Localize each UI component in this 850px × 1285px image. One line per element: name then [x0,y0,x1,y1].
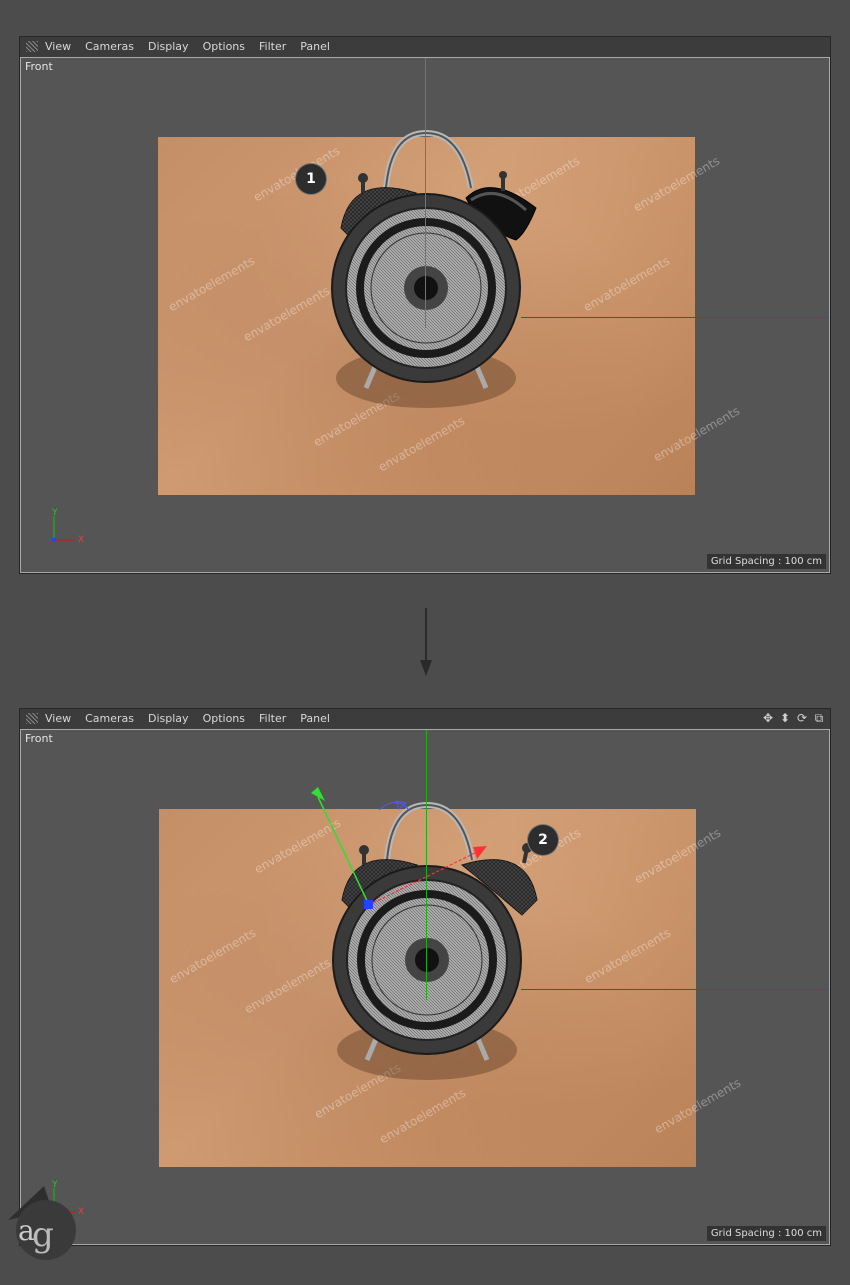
menu-view[interactable]: View [45,40,71,53]
axis-indicator: Y X [48,508,88,548]
maximize-icon[interactable]: ⧉ [812,711,826,725]
menu-options[interactable]: Options [203,712,245,725]
menu-panel[interactable]: Panel [300,712,330,725]
viewport-top[interactable]: View Cameras Display Options Filter Pane… [19,36,831,574]
x-axis-line [521,989,829,990]
x-axis-label: X [78,535,85,545]
y-axis-label: Y [52,508,58,518]
pan-icon[interactable]: ⬍ [778,711,792,725]
move-gizmo[interactable] [301,785,501,915]
move-icon[interactable]: ✥ [761,711,775,725]
menu-display[interactable]: Display [148,712,189,725]
y-axis-line [425,58,426,328]
svg-text:g: g [32,1215,54,1255]
watermark: envatoelements [167,925,259,987]
watermark: envatoelements [652,1075,744,1137]
panel-grip-icon[interactable] [26,41,38,52]
menu-cameras[interactable]: Cameras [85,712,134,725]
step-badge: 1 [296,164,326,194]
menu-filter[interactable]: Filter [259,712,286,725]
viewport-menubar: View Cameras Display Options Filter Pane… [20,37,830,56]
menu-view[interactable]: View [45,712,71,725]
step-badge: 2 [528,825,558,855]
site-logo: g a [4,1180,88,1280]
alarm-clock-model[interactable] [311,128,541,428]
x-axis-line [521,317,829,318]
viewport-menubar: View Cameras Display Options Filter Pane… [20,709,830,728]
rotate-icon[interactable]: ⟳ [795,711,809,725]
viewport-canvas[interactable]: Front envatoelements envatoelements enva… [20,57,830,573]
watermark: envatoelements [651,403,743,465]
menu-filter[interactable]: Filter [259,40,286,53]
menu-cameras[interactable]: Cameras [85,40,134,53]
menu-display[interactable]: Display [148,40,189,53]
grid-spacing-readout: Grid Spacing : 100 cm [706,554,826,569]
watermark: envatoelements [581,253,673,315]
svg-text:a: a [18,1214,35,1247]
panel-grip-icon[interactable] [26,713,38,724]
viewport-canvas[interactable]: Front envatoelements envatoelements enva… [20,729,830,1245]
menu-panel[interactable]: Panel [300,40,330,53]
watermark: envatoelements [632,825,724,887]
watermark: envatoelements [631,153,723,215]
menu-options[interactable]: Options [203,40,245,53]
watermark: envatoelements [166,253,258,315]
view-label: Front [25,732,53,745]
watermark: envatoelements [582,925,674,987]
view-label: Front [25,60,53,73]
arrow-down-icon [420,608,432,676]
viewport-bottom[interactable]: View Cameras Display Options Filter Pane… [19,708,831,1246]
grid-spacing-readout: Grid Spacing : 100 cm [706,1226,826,1241]
navigation-icons: ✥ ⬍ ⟳ ⧉ [761,711,826,725]
